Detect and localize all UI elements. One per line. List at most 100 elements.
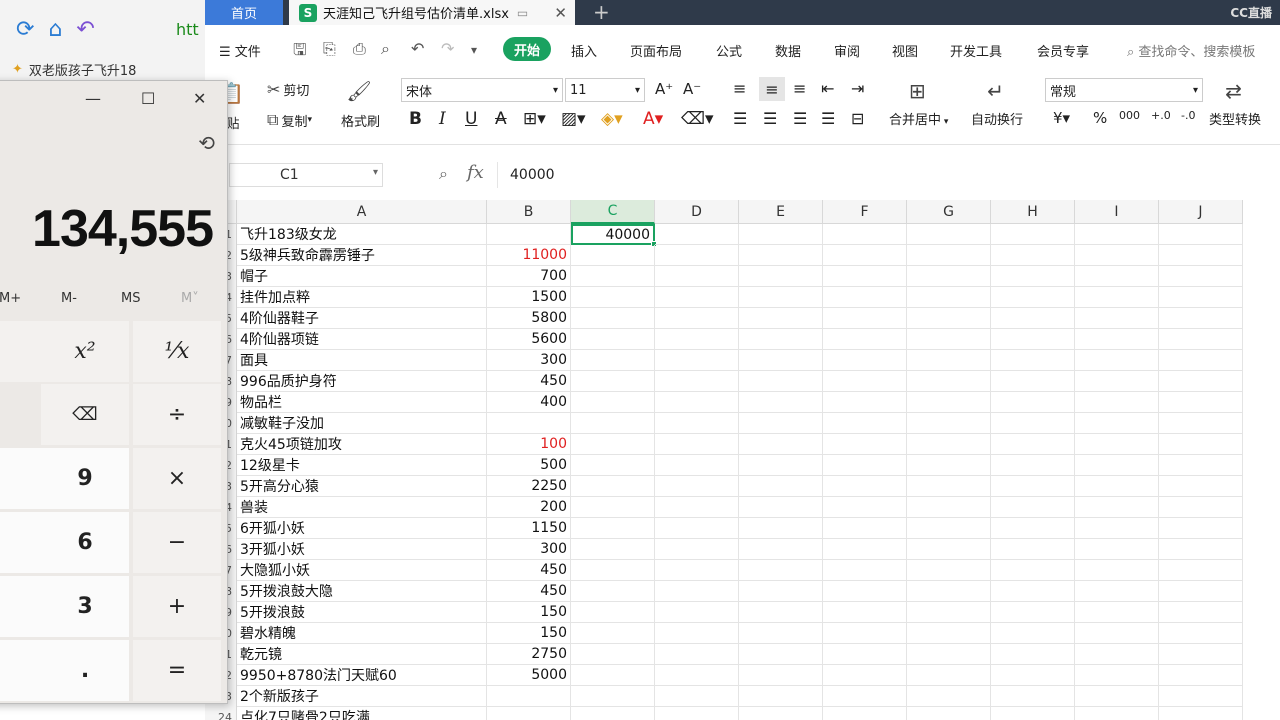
cell-empty[interactable] (1159, 371, 1243, 392)
cell-empty[interactable] (1075, 686, 1159, 707)
type-convert-button[interactable]: ⇄ 类型转换 (1209, 79, 1261, 128)
preview-icon[interactable]: ⌕ (381, 39, 390, 59)
cell-empty[interactable] (823, 665, 907, 686)
cell-price[interactable]: 11000 (487, 245, 571, 266)
thousands-icon[interactable]: 000 (1119, 109, 1140, 122)
cell-empty[interactable] (991, 224, 1075, 245)
cell-empty[interactable] (655, 308, 739, 329)
align-bottom-icon[interactable]: ≡ (793, 79, 806, 98)
maximize-icon[interactable]: ☐ (141, 89, 155, 108)
cell-empty[interactable] (1159, 602, 1243, 623)
cell-empty[interactable] (655, 707, 739, 720)
font-name-select[interactable]: 宋体 ▾ (401, 78, 563, 102)
cell-empty[interactable] (739, 476, 823, 497)
cell-empty[interactable] (1159, 434, 1243, 455)
cell-empty[interactable] (739, 287, 823, 308)
cell-empty[interactable] (739, 266, 823, 287)
divide-button[interactable]: ÷ (133, 384, 221, 445)
cell-empty[interactable] (655, 245, 739, 266)
memory-subtract-button[interactable]: M- (61, 291, 77, 306)
cell-empty[interactable] (1075, 581, 1159, 602)
equals-button[interactable]: = (133, 640, 221, 701)
print-icon[interactable]: ⎙ (353, 39, 366, 59)
cell-empty[interactable] (823, 539, 907, 560)
cell-empty[interactable] (571, 686, 655, 707)
cell-empty[interactable] (1075, 560, 1159, 581)
cell-empty[interactable] (823, 518, 907, 539)
fill-pattern-icon[interactable]: ▨▾ (561, 109, 586, 129)
cell-empty[interactable] (991, 707, 1075, 720)
cell-empty[interactable] (1075, 518, 1159, 539)
cell-empty[interactable] (739, 224, 823, 245)
align-middle-icon[interactable]: ≡ (759, 77, 785, 101)
cell-empty[interactable] (823, 413, 907, 434)
cell-empty[interactable] (1075, 476, 1159, 497)
undo-icon[interactable]: ↶ (76, 17, 94, 42)
column-header-f[interactable]: F (823, 200, 907, 224)
cell-item-name[interactable]: 物品栏 (237, 392, 487, 413)
cell-empty[interactable] (907, 581, 991, 602)
cell-empty[interactable] (823, 686, 907, 707)
cell-empty[interactable] (823, 602, 907, 623)
cell-empty[interactable] (1075, 371, 1159, 392)
cell-empty[interactable] (907, 434, 991, 455)
cell-empty[interactable] (655, 350, 739, 371)
cell-empty[interactable] (739, 392, 823, 413)
cell-item-name[interactable]: 12级星卡 (237, 455, 487, 476)
cell-empty[interactable] (739, 602, 823, 623)
memory-store-button[interactable]: MS (121, 291, 140, 306)
cell-empty[interactable] (1159, 350, 1243, 371)
number-format-select[interactable]: 常规 ▾ (1045, 78, 1203, 102)
cell-price[interactable] (487, 707, 571, 720)
cell-item-name[interactable]: 5开高分心猿 (237, 476, 487, 497)
cell-empty[interactable] (991, 308, 1075, 329)
cell-empty[interactable] (991, 623, 1075, 644)
cell-empty[interactable] (823, 476, 907, 497)
cell-empty[interactable] (907, 686, 991, 707)
column-header-j[interactable]: J (1159, 200, 1243, 224)
cell-item-name[interactable]: 4阶仙器项链 (237, 329, 487, 350)
redo-icon[interactable]: ↷ (441, 39, 454, 58)
cell-empty[interactable] (571, 539, 655, 560)
cell-empty[interactable] (907, 224, 991, 245)
cell-empty[interactable] (823, 581, 907, 602)
cell-empty[interactable] (739, 581, 823, 602)
cell-empty[interactable] (823, 497, 907, 518)
refresh-icon[interactable]: ⟳ (16, 17, 34, 42)
cell-empty[interactable] (655, 602, 739, 623)
cell-empty[interactable] (571, 497, 655, 518)
cell-empty[interactable] (1159, 329, 1243, 350)
column-header-i[interactable]: I (1075, 200, 1159, 224)
home-icon[interactable]: ⌂ (48, 17, 62, 42)
cell-empty[interactable] (1075, 665, 1159, 686)
cell-empty[interactable] (907, 413, 991, 434)
cell-empty[interactable] (571, 560, 655, 581)
cell-empty[interactable] (1159, 665, 1243, 686)
cell-price[interactable]: 450 (487, 581, 571, 602)
cell-price[interactable]: 500 (487, 455, 571, 476)
tab-developer[interactable]: 开发工具 (950, 41, 1002, 60)
cell-empty[interactable] (655, 476, 739, 497)
align-left-icon[interactable]: ☰ (733, 109, 747, 128)
cell-empty[interactable] (571, 455, 655, 476)
cell-empty[interactable] (739, 497, 823, 518)
cell-empty[interactable] (1075, 602, 1159, 623)
cell-empty[interactable] (571, 329, 655, 350)
zoom-search-icon[interactable]: ⌕ (439, 164, 448, 184)
cell-item-name[interactable]: 大隐狐小妖 (237, 560, 487, 581)
cell-empty[interactable] (907, 350, 991, 371)
cell-empty[interactable] (991, 686, 1075, 707)
cell-empty[interactable] (823, 434, 907, 455)
cell-empty[interactable] (823, 266, 907, 287)
cell-empty[interactable] (1159, 266, 1243, 287)
cell-empty[interactable] (991, 476, 1075, 497)
tab-data[interactable]: 数据 (775, 41, 801, 60)
cell-empty[interactable] (823, 329, 907, 350)
cell-empty[interactable] (1075, 308, 1159, 329)
cell-empty[interactable] (655, 224, 739, 245)
cell-empty[interactable] (907, 623, 991, 644)
cell-empty[interactable] (739, 665, 823, 686)
cell-empty[interactable] (655, 434, 739, 455)
key-three[interactable]: 3 (41, 576, 129, 637)
column-header-e[interactable]: E (739, 200, 823, 224)
